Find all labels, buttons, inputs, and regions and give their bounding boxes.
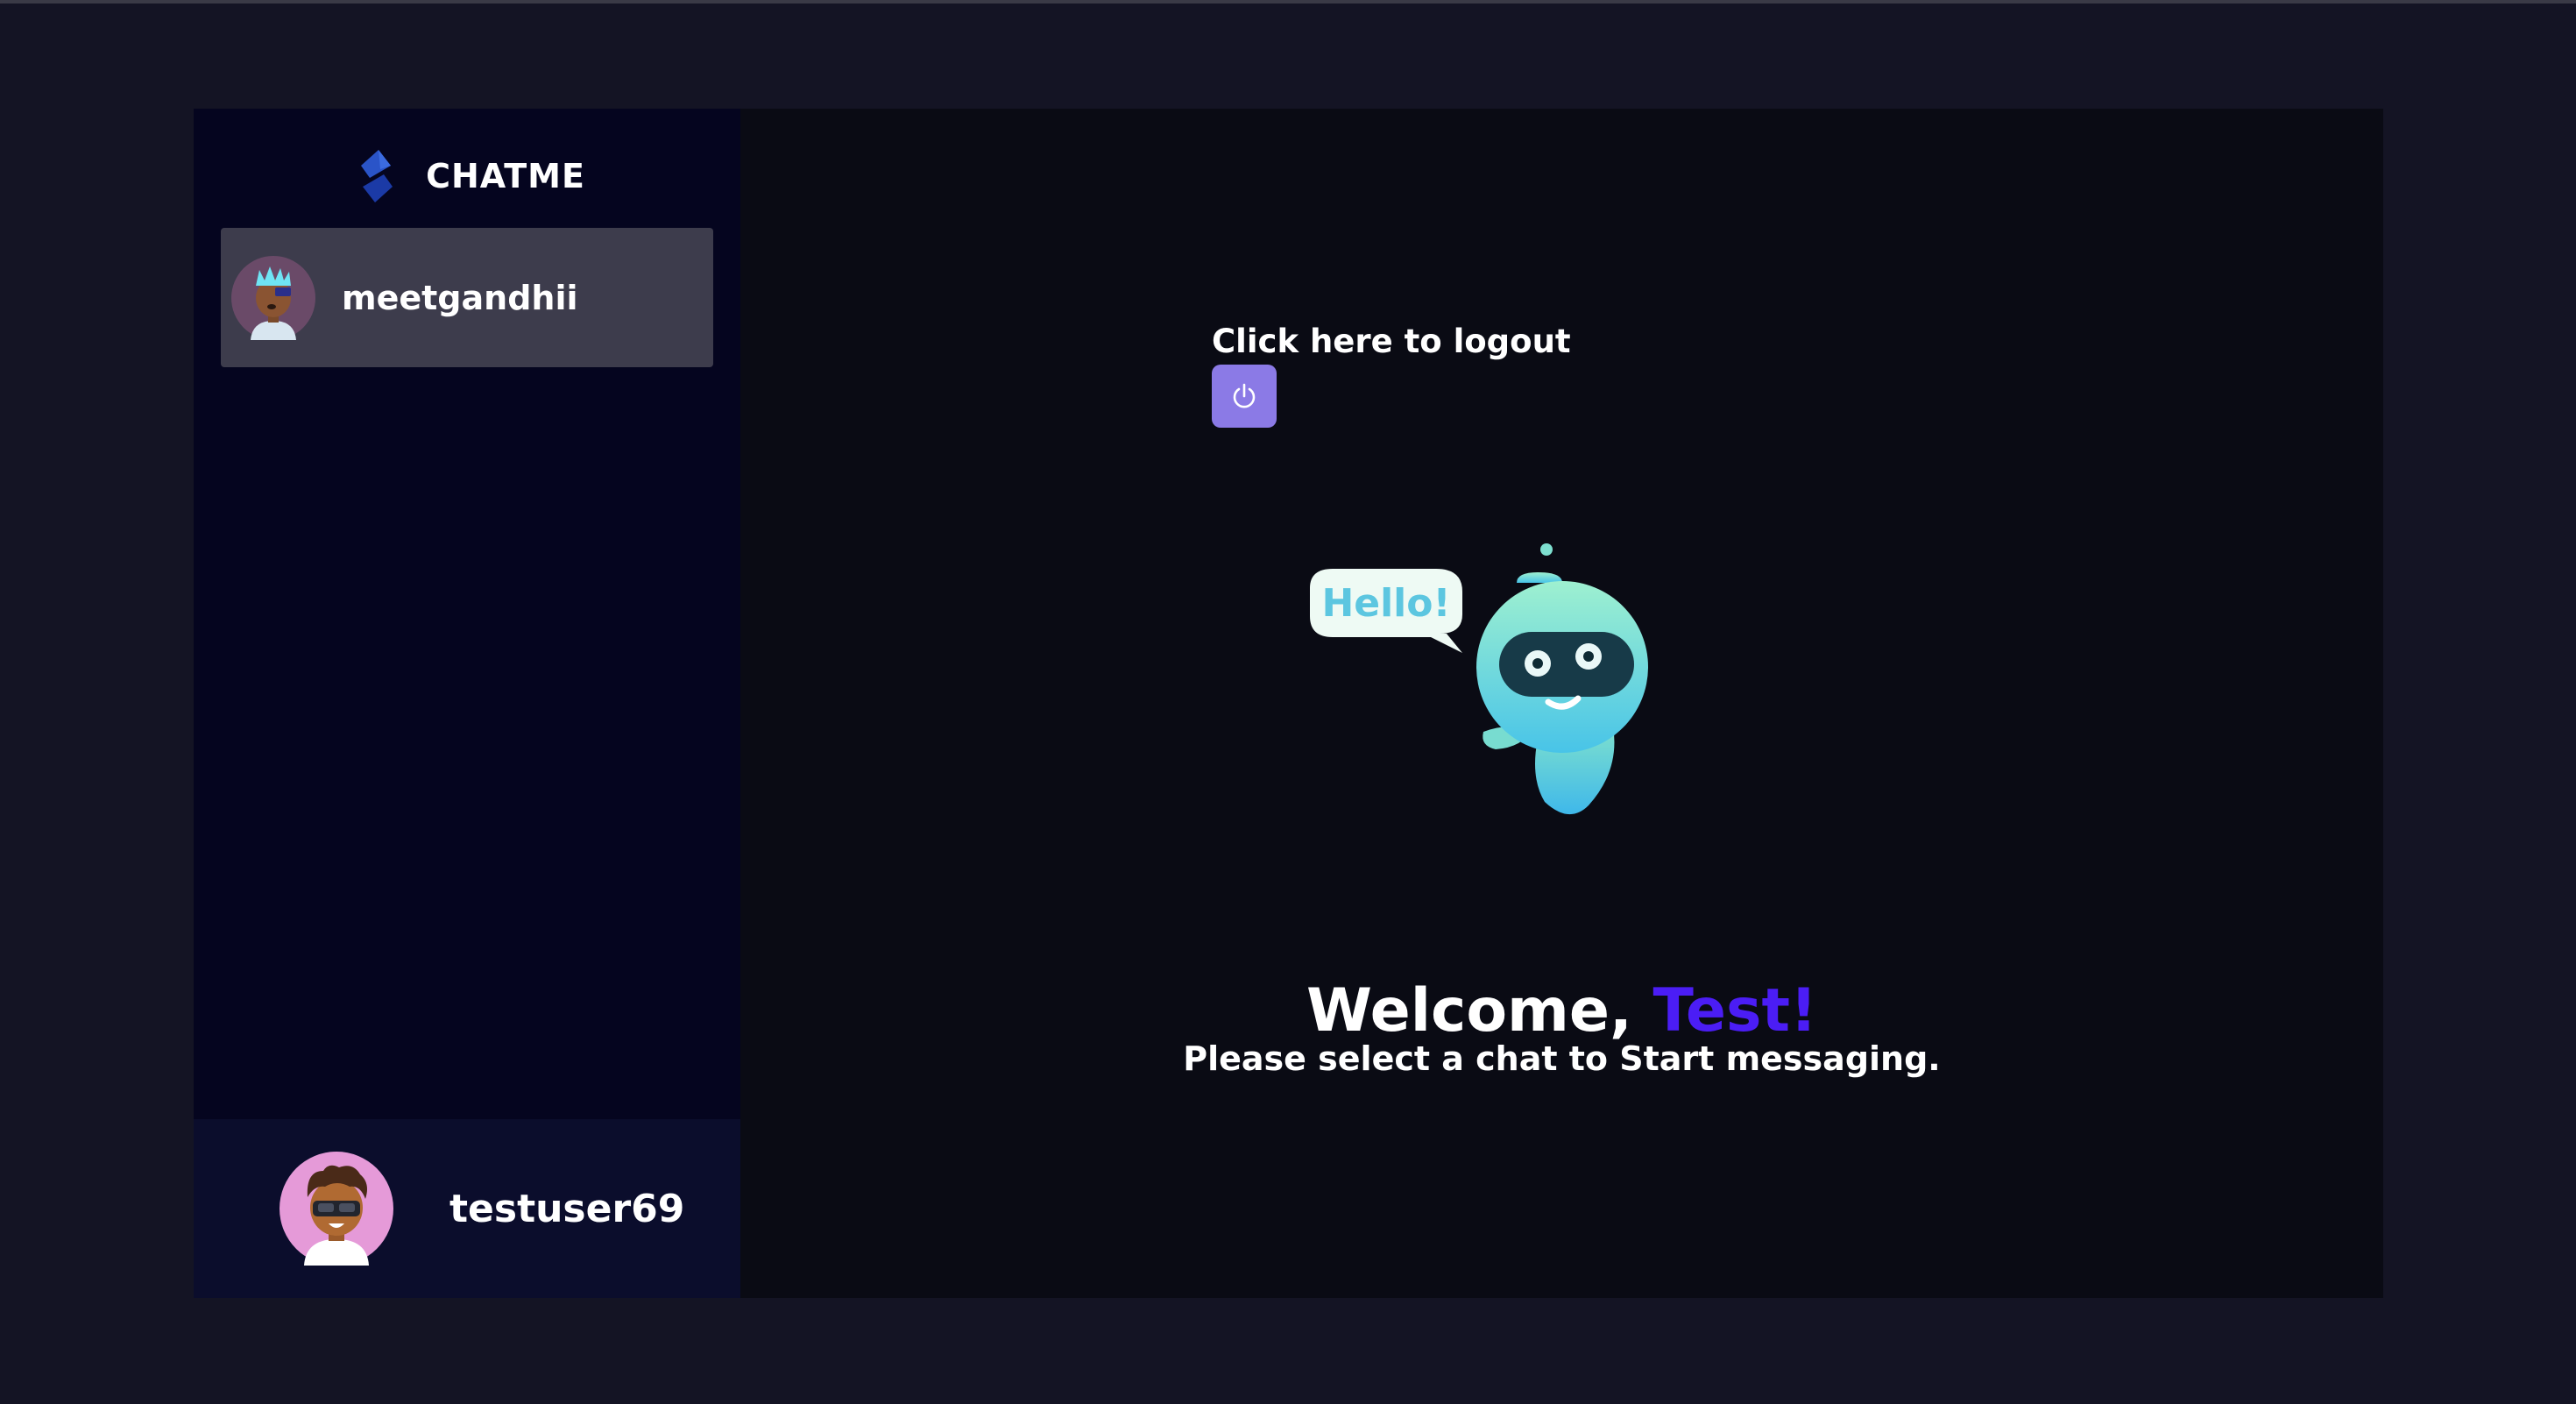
power-icon bbox=[1233, 383, 1256, 408]
main-panel: Click here to logout Hello! Welcome, Tes… bbox=[740, 109, 2383, 1298]
avatar-icon bbox=[231, 255, 315, 340]
welcome-prefix: Welcome, bbox=[1306, 976, 1632, 1046]
brand-name: CHATME bbox=[426, 157, 585, 195]
contact-username: meetgandhii bbox=[342, 278, 578, 317]
welcome-heading: Welcome, Test! bbox=[740, 976, 2383, 1046]
speech-bubble-text: Hello! bbox=[1321, 581, 1450, 626]
logout-label: Click here to logout bbox=[1212, 323, 1571, 360]
welcome-subtitle: Please select a chat to Start messaging. bbox=[1183, 1039, 1941, 1078]
current-username: testuser69 bbox=[449, 1186, 685, 1231]
chat-app: CHATME meetgandhii testuser69 Click here… bbox=[194, 109, 2383, 1298]
sidebar: CHATME meetgandhii testuser69 bbox=[194, 109, 740, 1298]
avatar-icon bbox=[280, 1152, 393, 1266]
robot-hello-illustration: Hello! bbox=[1310, 543, 1648, 815]
window-top-border bbox=[0, 0, 2576, 4]
logout-button[interactable] bbox=[1212, 365, 1277, 428]
brand-header: CHATME bbox=[194, 137, 740, 216]
diamond-logo-icon bbox=[361, 150, 393, 202]
current-user-panel: testuser69 bbox=[194, 1119, 740, 1298]
welcome-name: Test! bbox=[1652, 976, 1817, 1046]
contact-item-meetgandhii[interactable]: meetgandhii bbox=[221, 228, 713, 367]
